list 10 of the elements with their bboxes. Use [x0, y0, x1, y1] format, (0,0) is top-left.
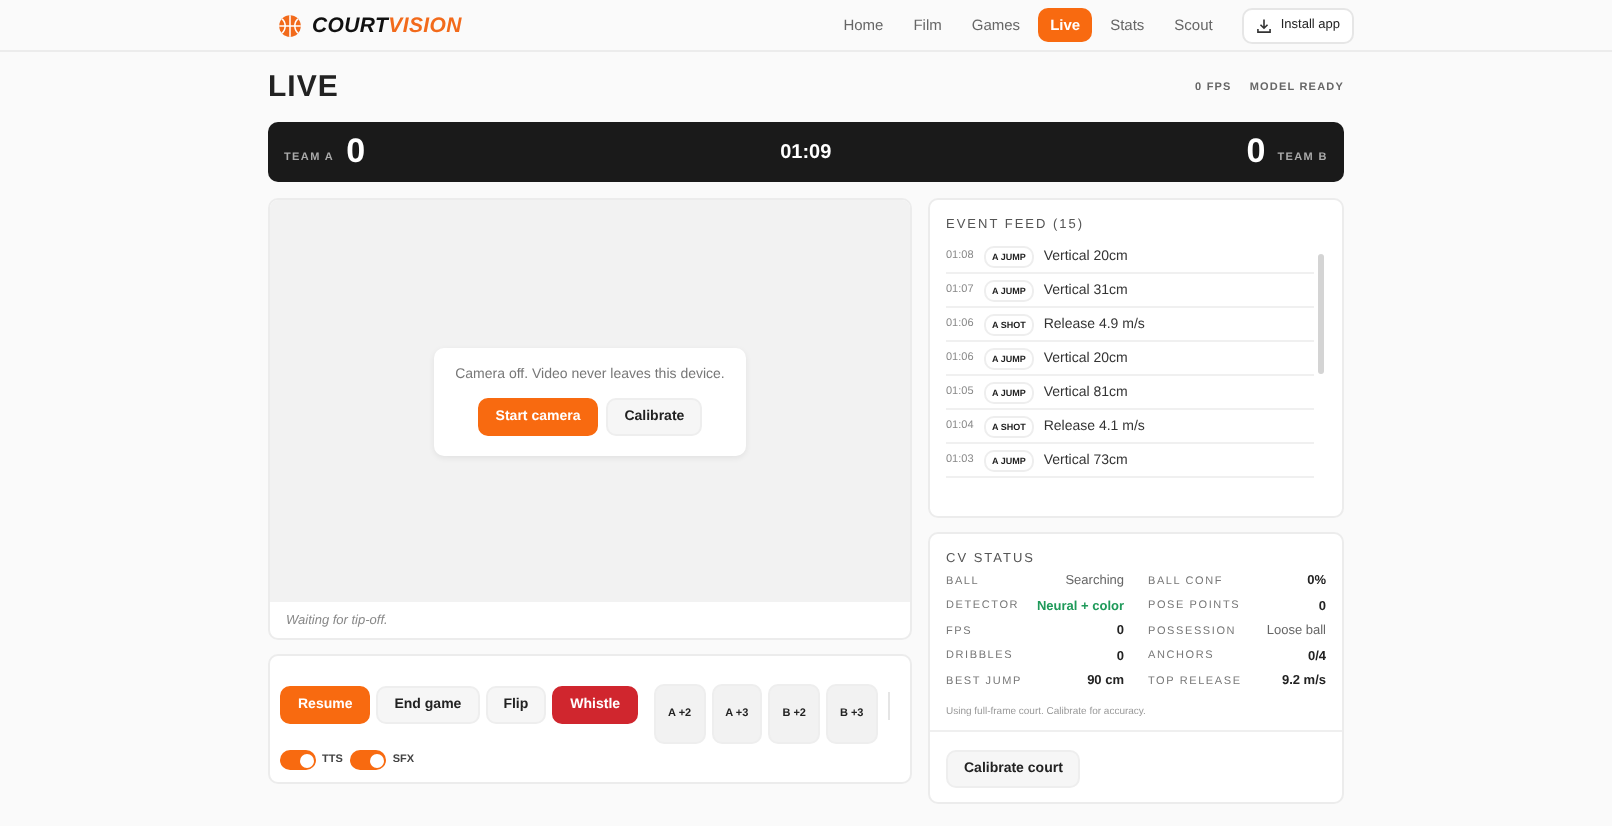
brand-logo[interactable]: COURTVISION — [312, 13, 462, 37]
basketball-icon — [278, 13, 302, 37]
game-clock: 01:09 — [780, 141, 832, 163]
download-icon — [1256, 17, 1273, 33]
page-title: LIVE — [268, 70, 339, 104]
toggle-switch[interactable] — [280, 750, 316, 770]
scrollbar-thumb[interactable] — [1318, 254, 1324, 374]
team-score: 0 — [1246, 132, 1266, 172]
toggle-switch[interactable] — [350, 750, 387, 770]
team-score: 0 — [346, 132, 366, 172]
